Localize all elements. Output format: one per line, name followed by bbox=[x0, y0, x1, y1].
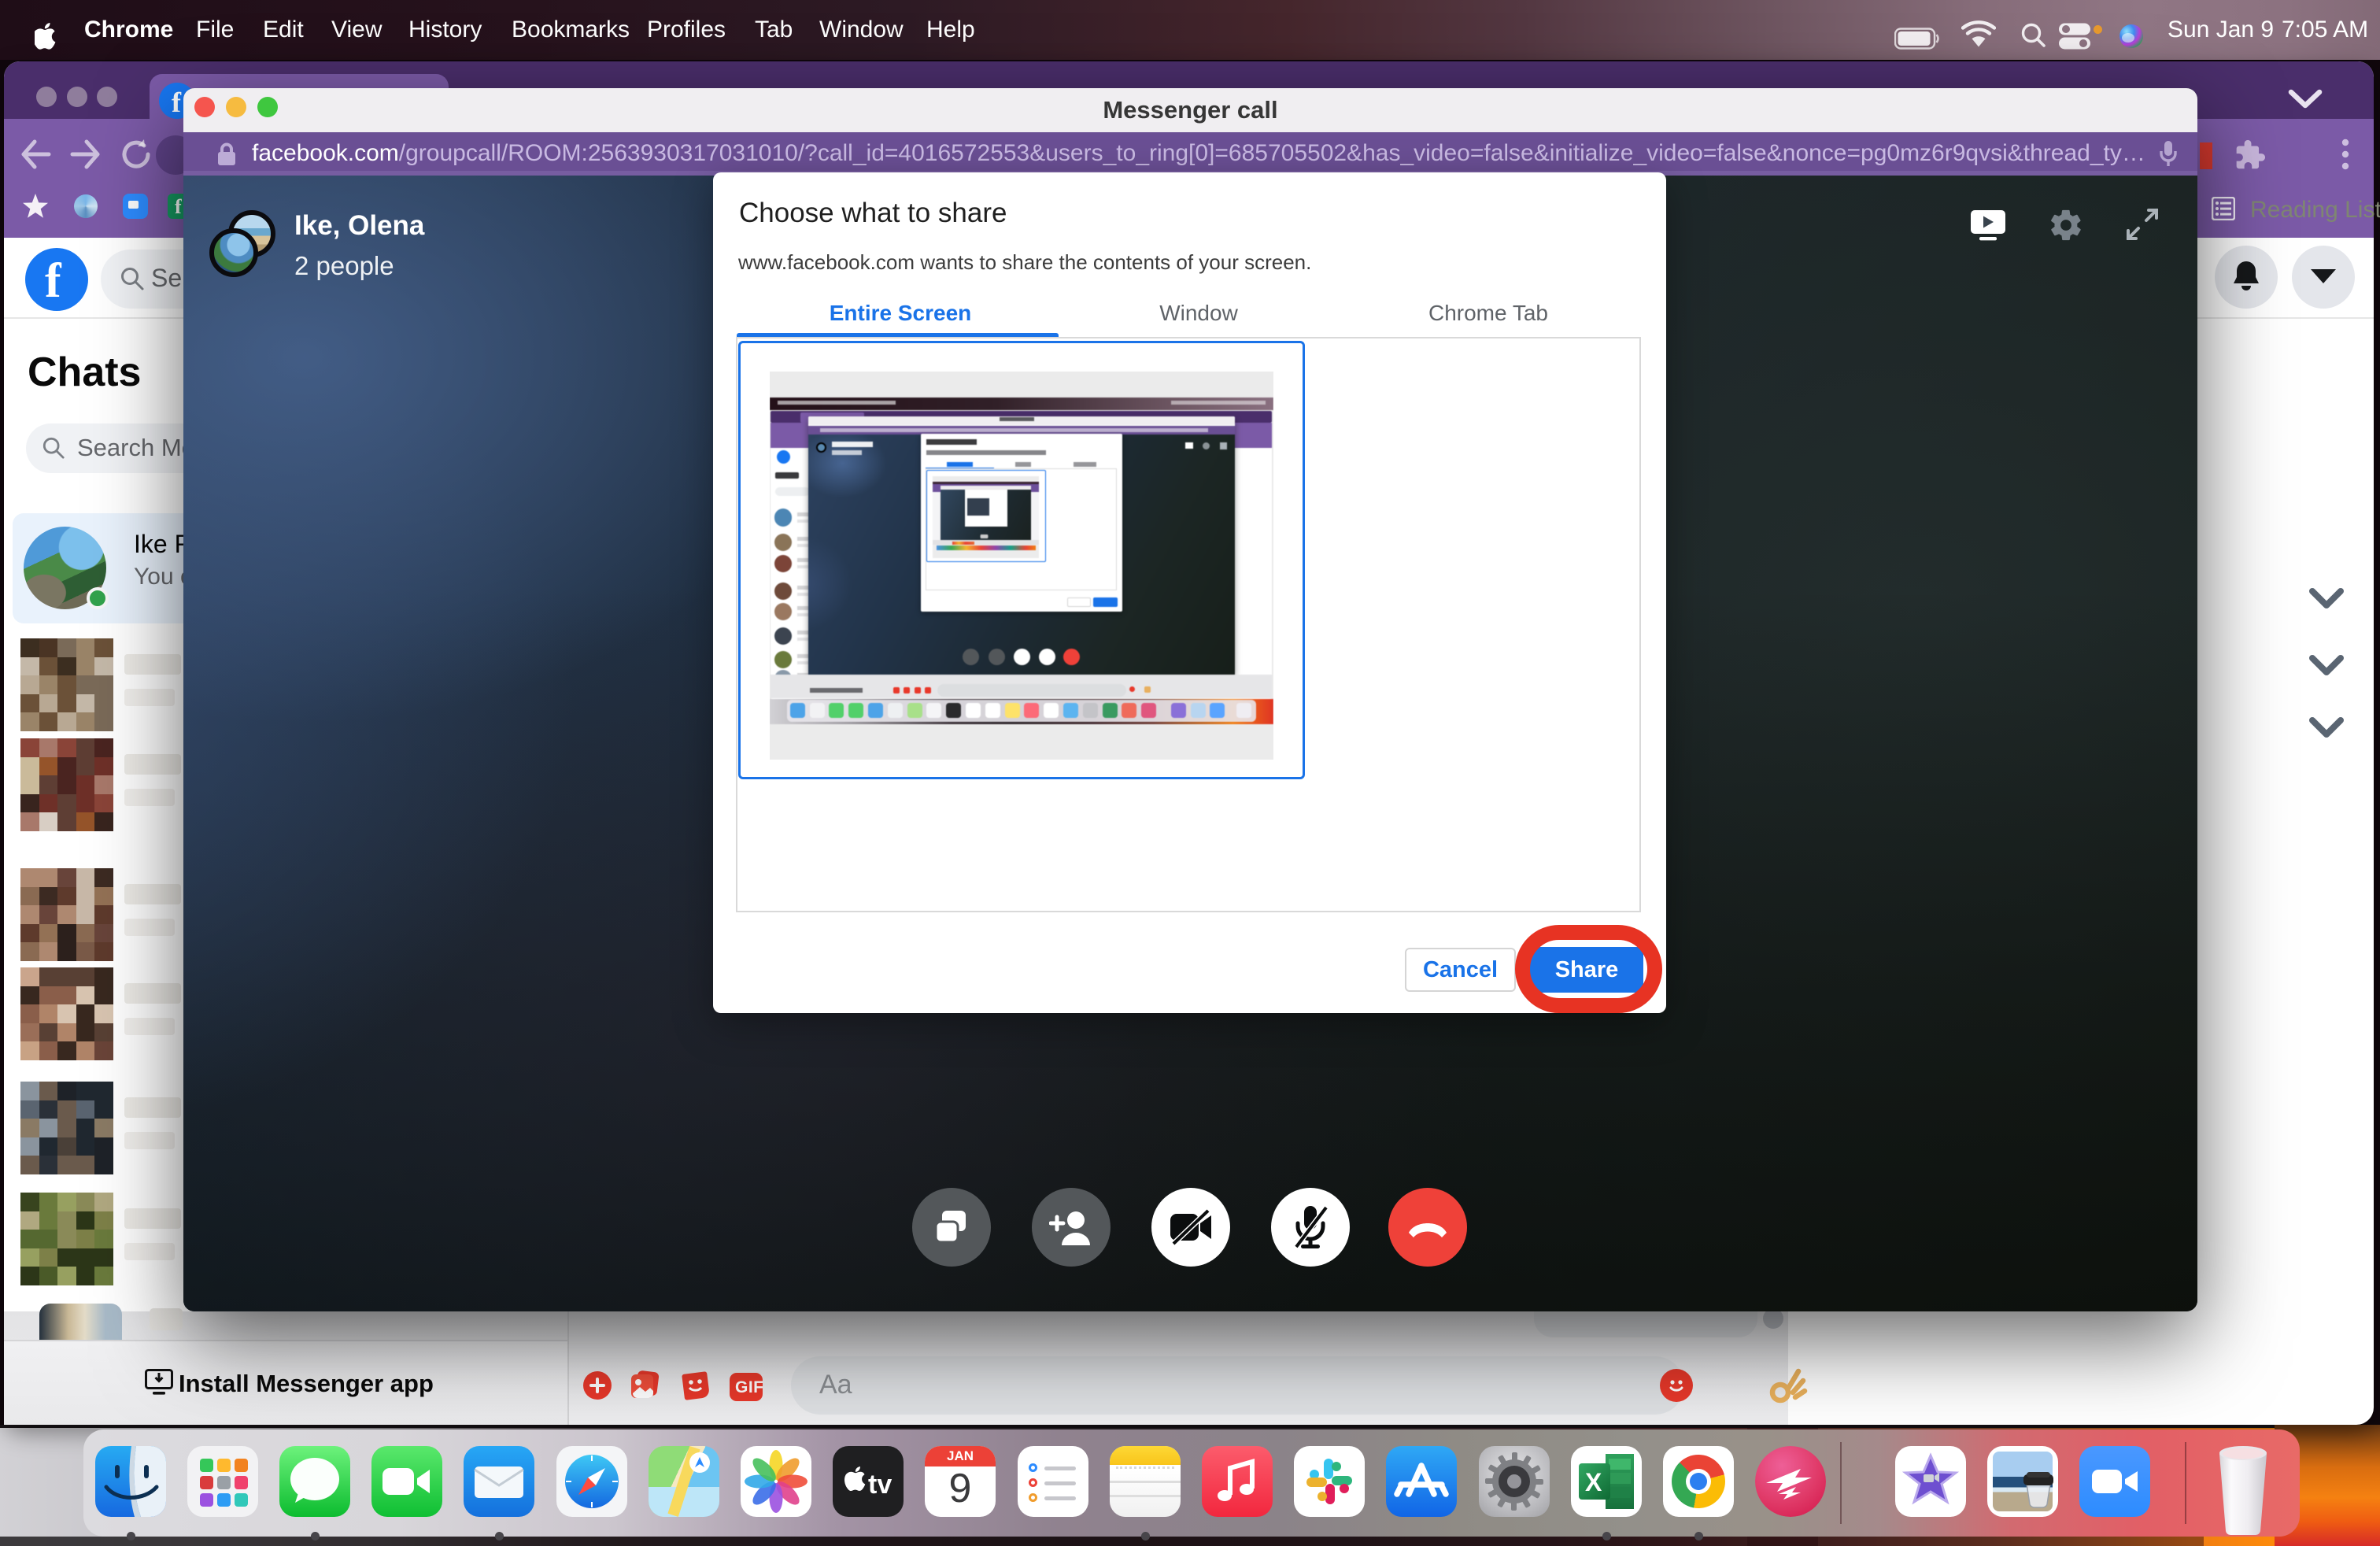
svg-text:tv: tv bbox=[868, 1470, 892, 1500]
